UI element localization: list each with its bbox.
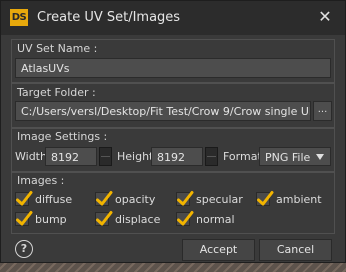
checkbox-opacity[interactable]: opacity [95, 191, 156, 206]
format-select-value: PNG File [265, 151, 311, 164]
width-spinner[interactable] [99, 147, 112, 166]
checkbox-check-icon [176, 191, 194, 206]
target-folder-input[interactable]: C:/Users/versl/Desktop/Fit Test/Crow 9/C… [15, 101, 311, 121]
chevron-down-icon [316, 154, 324, 160]
checkbox-label: bump [35, 212, 67, 226]
help-icon[interactable]: ? [15, 240, 33, 258]
checkbox-check-icon [176, 211, 194, 226]
checkbox-normal[interactable]: normal [176, 211, 235, 226]
checkbox-check-icon [256, 191, 274, 206]
images-label: Images : [17, 174, 65, 187]
uv-set-name-input[interactable]: AtlasUVs [15, 58, 331, 78]
cancel-button[interactable]: Cancel [259, 239, 332, 261]
checkbox-label: specular [196, 192, 243, 206]
height-input[interactable]: 8192 [151, 147, 203, 166]
create-uv-dialog: DS Create UV Set/Images ✕ UV Set Name : … [0, 0, 346, 263]
title-bar[interactable]: DS Create UV Set/Images ✕ [1, 1, 345, 35]
checkbox-check-icon [15, 211, 33, 226]
format-select[interactable]: PNG File [259, 147, 331, 166]
checkbox-check-icon [15, 191, 33, 206]
close-icon[interactable]: ✕ [317, 8, 333, 26]
checkbox-label: normal [196, 212, 235, 226]
dialog-title: Create UV Set/Images [37, 10, 181, 25]
checkbox-ambient[interactable]: ambient [256, 191, 322, 206]
checkbox-diffuse[interactable]: diffuse [15, 191, 73, 206]
checkbox-displace[interactable]: displace [95, 211, 161, 226]
checkbox-label: ambient [276, 192, 322, 206]
image-settings-label: Image Settings : [17, 130, 108, 143]
target-folder-label: Target Folder : [17, 86, 96, 99]
checkbox-check-icon [95, 211, 113, 226]
checkbox-label: opacity [115, 192, 156, 206]
uv-set-label: UV Set Name : [17, 42, 98, 55]
checkbox-check-icon [95, 191, 113, 206]
width-input[interactable]: 8192 [45, 147, 97, 166]
browse-folder-button[interactable]: ... [313, 101, 332, 121]
checkbox-label: diffuse [35, 192, 73, 206]
height-spinner[interactable] [205, 147, 218, 166]
daz-app-icon: DS [10, 9, 28, 26]
checkbox-bump[interactable]: bump [15, 211, 67, 226]
accept-button[interactable]: Accept [182, 239, 255, 261]
checkbox-specular[interactable]: specular [176, 191, 243, 206]
checkbox-label: displace [115, 212, 161, 226]
